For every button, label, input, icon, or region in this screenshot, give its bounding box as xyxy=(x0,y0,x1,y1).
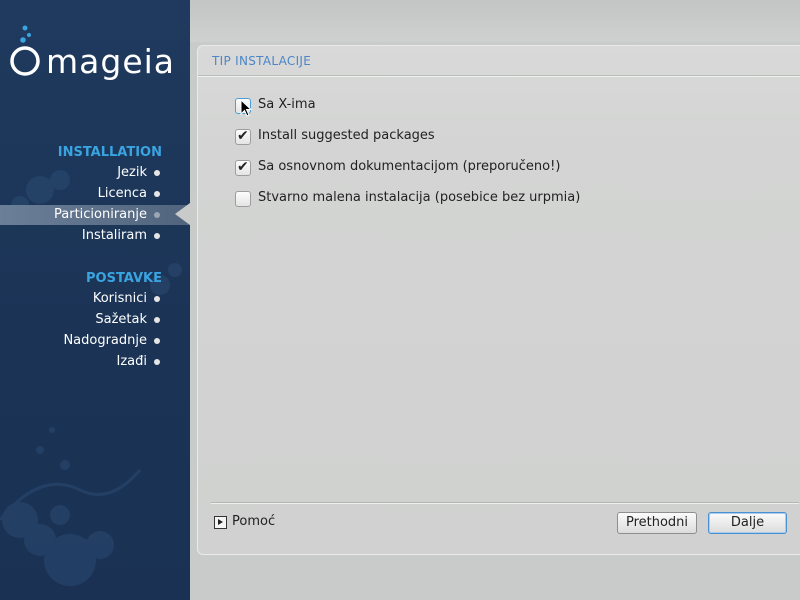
sidebar: mageia INSTALLATION Jezik Licenca Particion… xyxy=(0,0,190,600)
mageia-logo: mageia xyxy=(8,24,184,81)
option-label: Stvarno malena instalacija (posebice bez… xyxy=(258,190,581,205)
nav-bullet-icon xyxy=(154,338,160,344)
brand-wordmark: mageia xyxy=(46,42,176,81)
option-label: Install suggested packages xyxy=(258,128,435,143)
nav-bullet-icon xyxy=(154,212,160,218)
install-type-panel: TIP INSTALACIJE Sa X-ima ✔ Install sugge… xyxy=(197,45,800,555)
nav-bullet-icon xyxy=(154,317,160,323)
checkbox[interactable]: ✔ xyxy=(235,159,251,176)
nav-bullet-icon xyxy=(154,191,160,197)
sidebar-item-iza-i: Izađi xyxy=(0,352,190,372)
checkbox[interactable] xyxy=(235,191,251,207)
checkbox[interactable]: ✔ xyxy=(235,128,251,145)
nav-bullet-icon xyxy=(154,170,160,176)
checkmark-icon: ✔ xyxy=(237,128,249,144)
sidebar-item-sa-etak: Sažetak xyxy=(0,310,190,330)
option-label: Sa X-ima xyxy=(258,97,316,112)
sidebar-item-label: Jezik xyxy=(117,165,147,180)
sidebar-section-title: POSTAVKE xyxy=(86,271,162,286)
top-band xyxy=(190,0,800,42)
sidebar-section-title: INSTALLATION xyxy=(57,145,162,160)
sidebar-item-korisnici: Korisnici xyxy=(0,289,190,309)
nav-bullet-icon xyxy=(154,296,160,302)
active-step-pointer xyxy=(175,203,190,225)
sidebar-item-label: Licenca xyxy=(97,186,147,201)
sidebar-item-jezik: Jezik xyxy=(0,163,190,183)
title-divider-highlight xyxy=(198,76,800,77)
nav-bullet-icon xyxy=(154,359,160,365)
option-label: Sa osnovnom dokumentacijom (preporučeno!… xyxy=(258,159,561,174)
nav-bullet-icon xyxy=(154,233,160,239)
sidebar-item-licenca: Licenca xyxy=(0,184,190,204)
help-label: Pomoć xyxy=(232,514,276,529)
previous-button[interactable]: Prethodni xyxy=(617,512,697,534)
sidebar-item-label: Izađi xyxy=(116,354,148,369)
mouse-cursor-icon xyxy=(240,99,252,117)
mageia-logo-icon xyxy=(10,25,40,76)
sidebar-item-label: Particioniranje xyxy=(54,207,147,222)
sidebar-item-label: Nadogradnje xyxy=(63,333,147,348)
help-expand-icon[interactable] xyxy=(214,516,227,529)
sidebar-item-instaliram: Instaliram xyxy=(0,226,190,246)
panel-title: TIP INSTALACIJE xyxy=(212,54,312,68)
sidebar-item-label: Korisnici xyxy=(92,291,147,306)
sidebar-item-nadogradnje: Nadogradnje xyxy=(0,331,190,351)
footer-divider-highlight xyxy=(211,503,799,504)
sidebar-item-label: Instaliram xyxy=(81,228,147,243)
sidebar-item-label: Sažetak xyxy=(95,312,147,327)
checkmark-icon: ✔ xyxy=(237,159,249,175)
next-button[interactable]: Dalje xyxy=(708,512,787,534)
sidebar-item-particioniranje: Particioniranje xyxy=(0,205,190,225)
